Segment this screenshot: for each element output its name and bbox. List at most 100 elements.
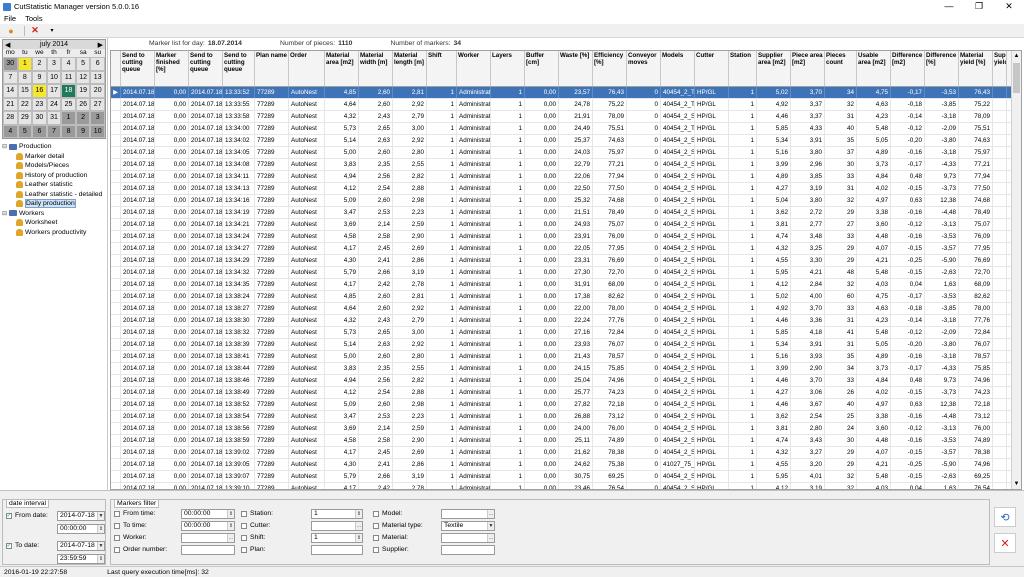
calendar-day[interactable]: 25 bbox=[61, 97, 76, 111]
column-header[interactable]: Send to cutting queue bbox=[189, 51, 223, 86]
calendar-day[interactable]: 9 bbox=[32, 70, 47, 84]
from-date-input[interactable]: 2014-07-18 ▼ bbox=[57, 511, 105, 521]
worker-filter[interactable]: Worker: bbox=[114, 534, 147, 541]
spinner-icon[interactable]: ⇕ bbox=[227, 522, 234, 530]
calendar-day[interactable]: 22 bbox=[17, 97, 33, 111]
column-header[interactable]: Send to cutting queue bbox=[223, 51, 255, 86]
table-row[interactable]: 2014.07.18 0,00 2014.07.18 13:34:02 77289 Aut… bbox=[111, 135, 1021, 147]
table-row[interactable]: 2014.07.18 0,00 2014.07.18 13:38:56 77289 Aut… bbox=[111, 423, 1021, 435]
to-time-input[interactable]: 23:59:59 ⇕ bbox=[57, 554, 105, 564]
station-filter[interactable]: Station: bbox=[241, 510, 273, 517]
plan-filter[interactable]: Plan: bbox=[241, 546, 266, 553]
tree-item[interactable]: ⊟ Production bbox=[2, 142, 108, 152]
calendar-day[interactable]: 1 bbox=[17, 57, 33, 71]
refresh-button[interactable]: ● bbox=[4, 25, 18, 37]
column-header[interactable]: Usable area [m2] bbox=[857, 51, 891, 86]
shift-input[interactable]: 1 ⇕ bbox=[311, 533, 363, 543]
table-row[interactable]: 2014.07.18 0,00 2014.07.18 13:34:05 77289 Aut… bbox=[111, 147, 1021, 159]
column-header[interactable]: Difference [m2] bbox=[891, 51, 925, 86]
model-filter[interactable]: Model: bbox=[373, 510, 402, 517]
chevron-down-icon[interactable]: ▼ bbox=[487, 522, 494, 530]
table-row[interactable]: 2014.07.18 0,00 2014.07.18 13:38:24 77289 Aut… bbox=[111, 291, 1021, 303]
calendar-day[interactable]: 4 bbox=[61, 57, 76, 71]
menu-tools[interactable]: Tools bbox=[25, 14, 43, 23]
tree-item[interactable]: Leather statistic bbox=[2, 180, 108, 190]
table-row[interactable]: 2014.07.18 0,00 2014.07.18 13:34:19 77289 Aut… bbox=[111, 207, 1021, 219]
calendar-day[interactable]: 31 bbox=[46, 111, 62, 125]
chevron-down-icon[interactable]: ▼ bbox=[97, 512, 104, 520]
calendar-day[interactable]: 12 bbox=[75, 70, 91, 84]
table-row[interactable]: 2014.07.18 0,00 2014.07.18 13:39:07 77289 Aut… bbox=[111, 471, 1021, 483]
material-filter[interactable]: Material: bbox=[373, 534, 408, 541]
table-row[interactable]: 2014.07.18 0,00 2014.07.18 13:38:52 77289 Aut… bbox=[111, 399, 1021, 411]
calendar-day[interactable]: 9 bbox=[75, 124, 91, 138]
calendar-day[interactable]: 7 bbox=[46, 124, 62, 138]
table-row[interactable]: 2014.07.18 0,00 2014.07.18 13:38:49 77289 Aut… bbox=[111, 387, 1021, 399]
from-time-input[interactable]: 00:00:00 ⇕ bbox=[57, 524, 105, 534]
order-input[interactable] bbox=[181, 545, 235, 555]
material-type-select[interactable]: Textile ▼ bbox=[441, 521, 495, 531]
to-time-box[interactable]: 00:00:00 ⇕ bbox=[181, 521, 235, 531]
tree-item[interactable]: Leather statistic - detailed bbox=[2, 190, 108, 200]
calendar-day[interactable]: 5 bbox=[17, 124, 33, 138]
tree-item[interactable]: ⊟ Workers bbox=[2, 209, 108, 219]
table-row[interactable]: 2014.07.18 0,00 2014.07.18 13:38:39 77289 Aut… bbox=[111, 339, 1021, 351]
cutter-input[interactable]: … bbox=[311, 521, 363, 531]
column-header[interactable]: Models bbox=[661, 51, 695, 86]
calendar-day[interactable]: 5 bbox=[75, 57, 91, 71]
table-row[interactable]: 2014.07.18 0,00 2014.07.18 13:34:32 77289 Aut… bbox=[111, 267, 1021, 279]
worker-input[interactable]: … bbox=[181, 533, 235, 543]
column-header[interactable]: Layers bbox=[491, 51, 525, 86]
station-input[interactable]: 1 ⇕ bbox=[311, 509, 363, 519]
order-filter[interactable]: Order number: bbox=[114, 546, 167, 553]
calendar-day[interactable]: 26 bbox=[75, 97, 91, 111]
apply-filter-button[interactable]: ⟲ bbox=[994, 507, 1016, 527]
close-button[interactable]: ✕ bbox=[994, 0, 1024, 12]
calendar-day[interactable]: 28 bbox=[3, 111, 18, 125]
column-header[interactable]: Buffer [cm] bbox=[525, 51, 559, 86]
model-input[interactable]: … bbox=[441, 509, 495, 519]
tree-item[interactable]: Worksheet bbox=[2, 218, 108, 228]
calendar-day[interactable]: 19 bbox=[75, 84, 91, 98]
material-type-filter[interactable]: Material type: bbox=[373, 522, 423, 529]
tree-item[interactable]: Daily production bbox=[2, 199, 108, 209]
column-header[interactable]: Supplier area [m2] bbox=[757, 51, 791, 86]
calendar-day[interactable]: 6 bbox=[32, 124, 47, 138]
table-row[interactable]: 2014.07.18 0,00 2014.07.18 13:38:41 77289 Aut… bbox=[111, 351, 1021, 363]
chevron-down-icon[interactable]: ▼ bbox=[97, 542, 104, 550]
table-row[interactable]: 2014.07.18 0,00 2014.07.18 13:34:13 77289 Aut… bbox=[111, 183, 1021, 195]
calendar-day[interactable]: 14 bbox=[3, 84, 18, 98]
column-header[interactable]: Conveyor moves bbox=[627, 51, 661, 86]
prev-month-button[interactable]: ◀ bbox=[5, 41, 10, 49]
table-row[interactable]: 2014.07.18 0,00 2014.07.18 13:33:58 77289 Aut… bbox=[111, 111, 1021, 123]
scroll-down-icon[interactable]: ▼ bbox=[1012, 479, 1021, 489]
table-row[interactable]: 2014.07.18 0,00 2014.07.18 13:38:27 77289 Aut… bbox=[111, 303, 1021, 315]
delete-button[interactable]: ✕ bbox=[28, 25, 42, 37]
cutter-filter[interactable]: Cutter: bbox=[241, 522, 270, 529]
browse-icon[interactable]: … bbox=[355, 522, 362, 530]
tree-item[interactable]: Models/Pieces bbox=[2, 161, 108, 171]
calendar-day[interactable]: 10 bbox=[46, 70, 62, 84]
tree-item[interactable]: Workers productivity bbox=[2, 228, 108, 238]
spinner-icon[interactable]: ⇕ bbox=[355, 534, 362, 542]
column-header[interactable]: Difference [%] bbox=[925, 51, 959, 86]
table-row[interactable]: 2014.07.18 0,00 2014.07.18 13:39:05 77289 Aut… bbox=[111, 459, 1021, 471]
table-row[interactable]: 2014.07.18 0,00 2014.07.18 13:39:02 77289 Aut… bbox=[111, 447, 1021, 459]
spinner-icon[interactable]: ⇕ bbox=[355, 510, 362, 518]
tab-date-interval[interactable]: date interval bbox=[6, 499, 50, 508]
column-header[interactable]: Worker bbox=[457, 51, 491, 86]
calendar-day[interactable]: 16 bbox=[32, 84, 47, 98]
calendar-day[interactable]: 7 bbox=[3, 70, 18, 84]
calendar-day[interactable]: 20 bbox=[90, 84, 105, 98]
calendar-day[interactable]: 11 bbox=[61, 70, 76, 84]
column-header[interactable]: Order bbox=[289, 51, 325, 86]
calendar-day[interactable]: 21 bbox=[3, 97, 18, 111]
supplier-input[interactable] bbox=[441, 545, 495, 555]
table-row[interactable]: 2014.07.18 0,00 2014.07.18 13:34:24 77289 Aut… bbox=[111, 231, 1021, 243]
from-time-filter[interactable]: From time: bbox=[114, 510, 155, 517]
table-row[interactable]: 2014.07.18 0,00 2014.07.18 13:33:55 77289 Aut… bbox=[111, 99, 1021, 111]
column-header[interactable]: Efficiency [%] bbox=[593, 51, 627, 86]
column-header[interactable]: Material length [m] bbox=[393, 51, 427, 86]
table-row[interactable]: 2014.07.18 0,00 2014.07.18 13:34:27 77289 Aut… bbox=[111, 243, 1021, 255]
spinner-icon[interactable]: ⇕ bbox=[97, 555, 104, 563]
